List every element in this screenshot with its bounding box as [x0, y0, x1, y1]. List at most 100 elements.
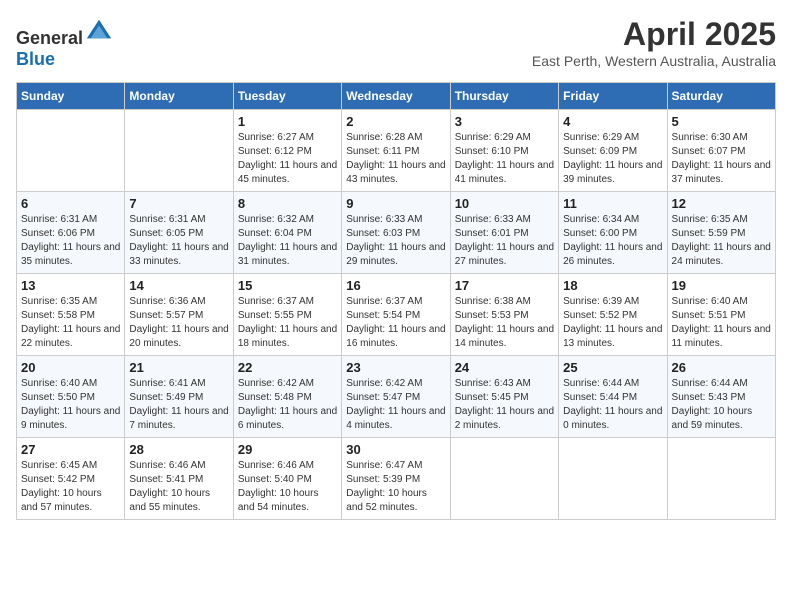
- day-number: 3: [455, 114, 554, 129]
- day-info: Sunrise: 6:42 AMSunset: 5:48 PMDaylight:…: [238, 377, 337, 433]
- week-row-2: 6 Sunrise: 6:31 AMSunset: 6:06 PMDaylight…: [17, 192, 776, 274]
- calendar-cell: 22 Sunrise: 6:42 AMSunset: 5:48 PMDayligh…: [233, 356, 341, 438]
- day-info: Sunrise: 6:34 AMSunset: 6:00 PMDaylight:…: [563, 213, 662, 269]
- day-info: Sunrise: 6:43 AMSunset: 5:45 PMDaylight:…: [455, 377, 554, 433]
- col-wednesday: Wednesday: [342, 83, 450, 110]
- col-tuesday: Tuesday: [233, 83, 341, 110]
- day-number: 12: [672, 196, 771, 211]
- day-number: 22: [238, 360, 337, 375]
- day-number: 4: [563, 114, 662, 129]
- calendar-cell: 9 Sunrise: 6:33 AMSunset: 6:03 PMDaylight…: [342, 192, 450, 274]
- page-header: General Blue April 2025 East Perth, West…: [16, 16, 776, 70]
- day-info: Sunrise: 6:31 AMSunset: 6:05 PMDaylight:…: [129, 213, 228, 269]
- day-info: Sunrise: 6:39 AMSunset: 5:52 PMDaylight:…: [563, 295, 662, 351]
- calendar-cell: 6 Sunrise: 6:31 AMSunset: 6:06 PMDaylight…: [17, 192, 125, 274]
- calendar-cell: 18 Sunrise: 6:39 AMSunset: 5:52 PMDayligh…: [559, 274, 667, 356]
- day-info: Sunrise: 6:38 AMSunset: 5:53 PMDaylight:…: [455, 295, 554, 351]
- calendar-cell: 17Sunrise: 6:38 AMSunset: 5:53 PMDayligh…: [450, 274, 558, 356]
- day-number: 6: [21, 196, 120, 211]
- logo-icon: [85, 16, 113, 44]
- calendar-cell: 25 Sunrise: 6:44 AMSunset: 5:44 PMDayligh…: [559, 356, 667, 438]
- calendar-cell: [667, 438, 775, 520]
- calendar-cell: 23Sunrise: 6:42 AMSunset: 5:47 PMDayligh…: [342, 356, 450, 438]
- calendar-header: Sunday Monday Tuesday Wednesday Thursday…: [17, 83, 776, 110]
- day-info: Sunrise: 6:33 AMSunset: 6:01 PMDaylight:…: [455, 213, 554, 269]
- day-info: Sunrise: 6:27 AMSunset: 6:12 PMDaylight:…: [238, 131, 337, 187]
- day-number: 14: [129, 278, 228, 293]
- logo-text-blue: Blue: [16, 49, 55, 69]
- calendar-table: Sunday Monday Tuesday Wednesday Thursday…: [16, 82, 776, 520]
- day-info: Sunrise: 6:46 AMSunset: 5:40 PMDaylight:…: [238, 459, 337, 515]
- calendar-cell: 4 Sunrise: 6:29 AMSunset: 6:09 PMDaylight…: [559, 110, 667, 192]
- day-info: Sunrise: 6:29 AMSunset: 6:10 PMDaylight:…: [455, 131, 554, 187]
- day-number: 24: [455, 360, 554, 375]
- logo-text-general: General: [16, 28, 83, 48]
- calendar-cell: 16 Sunrise: 6:37 AMSunset: 5:54 PMDayligh…: [342, 274, 450, 356]
- day-number: 26: [672, 360, 771, 375]
- calendar-cell: 28 Sunrise: 6:46 AMSunset: 5:41 PMDayligh…: [125, 438, 233, 520]
- calendar-cell: 7 Sunrise: 6:31 AMSunset: 6:05 PMDaylight…: [125, 192, 233, 274]
- calendar-cell: 11 Sunrise: 6:34 AMSunset: 6:00 PMDayligh…: [559, 192, 667, 274]
- day-number: 11: [563, 196, 662, 211]
- day-info: Sunrise: 6:29 AMSunset: 6:09 PMDaylight:…: [563, 131, 662, 187]
- calendar-cell: 19Sunrise: 6:40 AMSunset: 5:51 PMDayligh…: [667, 274, 775, 356]
- day-info: Sunrise: 6:44 AMSunset: 5:43 PMDaylight:…: [672, 377, 771, 433]
- day-number: 21: [129, 360, 228, 375]
- day-info: Sunrise: 6:42 AMSunset: 5:47 PMDaylight:…: [346, 377, 445, 433]
- day-info: Sunrise: 6:35 AMSunset: 5:59 PMDaylight:…: [672, 213, 771, 269]
- day-number: 16: [346, 278, 445, 293]
- day-info: Sunrise: 6:41 AMSunset: 5:49 PMDaylight:…: [129, 377, 228, 433]
- day-number: 5: [672, 114, 771, 129]
- week-row-5: 27 Sunrise: 6:45 AMSunset: 5:42 PMDayligh…: [17, 438, 776, 520]
- calendar-body: 1 Sunrise: 6:27 AMSunset: 6:12 PMDaylight…: [17, 110, 776, 520]
- day-info: Sunrise: 6:32 AMSunset: 6:04 PMDaylight:…: [238, 213, 337, 269]
- location-subtitle: East Perth, Western Australia, Australia: [532, 53, 776, 69]
- day-info: Sunrise: 6:46 AMSunset: 5:41 PMDaylight:…: [129, 459, 228, 515]
- col-friday: Friday: [559, 83, 667, 110]
- day-info: Sunrise: 6:44 AMSunset: 5:44 PMDaylight:…: [563, 377, 662, 433]
- day-info: Sunrise: 6:30 AMSunset: 6:07 PMDaylight:…: [672, 131, 771, 187]
- calendar-cell: 12 Sunrise: 6:35 AMSunset: 5:59 PMDayligh…: [667, 192, 775, 274]
- calendar-cell: 29 Sunrise: 6:46 AMSunset: 5:40 PMDayligh…: [233, 438, 341, 520]
- calendar-cell: 8Sunrise: 6:32 AMSunset: 6:04 PMDaylight…: [233, 192, 341, 274]
- day-info: Sunrise: 6:33 AMSunset: 6:03 PMDaylight:…: [346, 213, 445, 269]
- day-number: 1: [238, 114, 337, 129]
- calendar-cell: 15Sunrise: 6:37 AMSunset: 5:55 PMDayligh…: [233, 274, 341, 356]
- calendar-cell: [450, 438, 558, 520]
- calendar-cell: 26 Sunrise: 6:44 AMSunset: 5:43 PMDayligh…: [667, 356, 775, 438]
- day-number: 18: [563, 278, 662, 293]
- calendar-cell: [559, 438, 667, 520]
- week-row-1: 1 Sunrise: 6:27 AMSunset: 6:12 PMDaylight…: [17, 110, 776, 192]
- calendar-cell: 21 Sunrise: 6:41 AMSunset: 5:49 PMDayligh…: [125, 356, 233, 438]
- day-info: Sunrise: 6:37 AMSunset: 5:54 PMDaylight:…: [346, 295, 445, 351]
- day-info: Sunrise: 6:40 AMSunset: 5:50 PMDaylight:…: [21, 377, 120, 433]
- col-thursday: Thursday: [450, 83, 558, 110]
- week-row-3: 13Sunrise: 6:35 AMSunset: 5:58 PMDayligh…: [17, 274, 776, 356]
- calendar-cell: 24 Sunrise: 6:43 AMSunset: 5:45 PMDayligh…: [450, 356, 558, 438]
- day-number: 19: [672, 278, 771, 293]
- day-number: 9: [346, 196, 445, 211]
- calendar-cell: 1 Sunrise: 6:27 AMSunset: 6:12 PMDaylight…: [233, 110, 341, 192]
- day-number: 25: [563, 360, 662, 375]
- week-row-4: 20Sunrise: 6:40 AMSunset: 5:50 PMDayligh…: [17, 356, 776, 438]
- calendar-cell: 14Sunrise: 6:36 AMSunset: 5:57 PMDayligh…: [125, 274, 233, 356]
- calendar-cell: 2Sunrise: 6:28 AMSunset: 6:11 PMDaylight…: [342, 110, 450, 192]
- calendar-cell: 10Sunrise: 6:33 AMSunset: 6:01 PMDayligh…: [450, 192, 558, 274]
- day-number: 7: [129, 196, 228, 211]
- calendar-cell: 30Sunrise: 6:47 AMSunset: 5:39 PMDayligh…: [342, 438, 450, 520]
- calendar-cell: 20Sunrise: 6:40 AMSunset: 5:50 PMDayligh…: [17, 356, 125, 438]
- col-monday: Monday: [125, 83, 233, 110]
- days-of-week-row: Sunday Monday Tuesday Wednesday Thursday…: [17, 83, 776, 110]
- calendar-cell: 27 Sunrise: 6:45 AMSunset: 5:42 PMDayligh…: [17, 438, 125, 520]
- calendar-cell: [17, 110, 125, 192]
- day-number: 30: [346, 442, 445, 457]
- calendar-cell: 5 Sunrise: 6:30 AMSunset: 6:07 PMDaylight…: [667, 110, 775, 192]
- logo: General Blue: [16, 16, 113, 70]
- day-info: Sunrise: 6:37 AMSunset: 5:55 PMDaylight:…: [238, 295, 337, 351]
- day-info: Sunrise: 6:31 AMSunset: 6:06 PMDaylight:…: [21, 213, 120, 269]
- day-number: 28: [129, 442, 228, 457]
- calendar-cell: [125, 110, 233, 192]
- day-info: Sunrise: 6:45 AMSunset: 5:42 PMDaylight:…: [21, 459, 120, 515]
- day-number: 29: [238, 442, 337, 457]
- day-number: 27: [21, 442, 120, 457]
